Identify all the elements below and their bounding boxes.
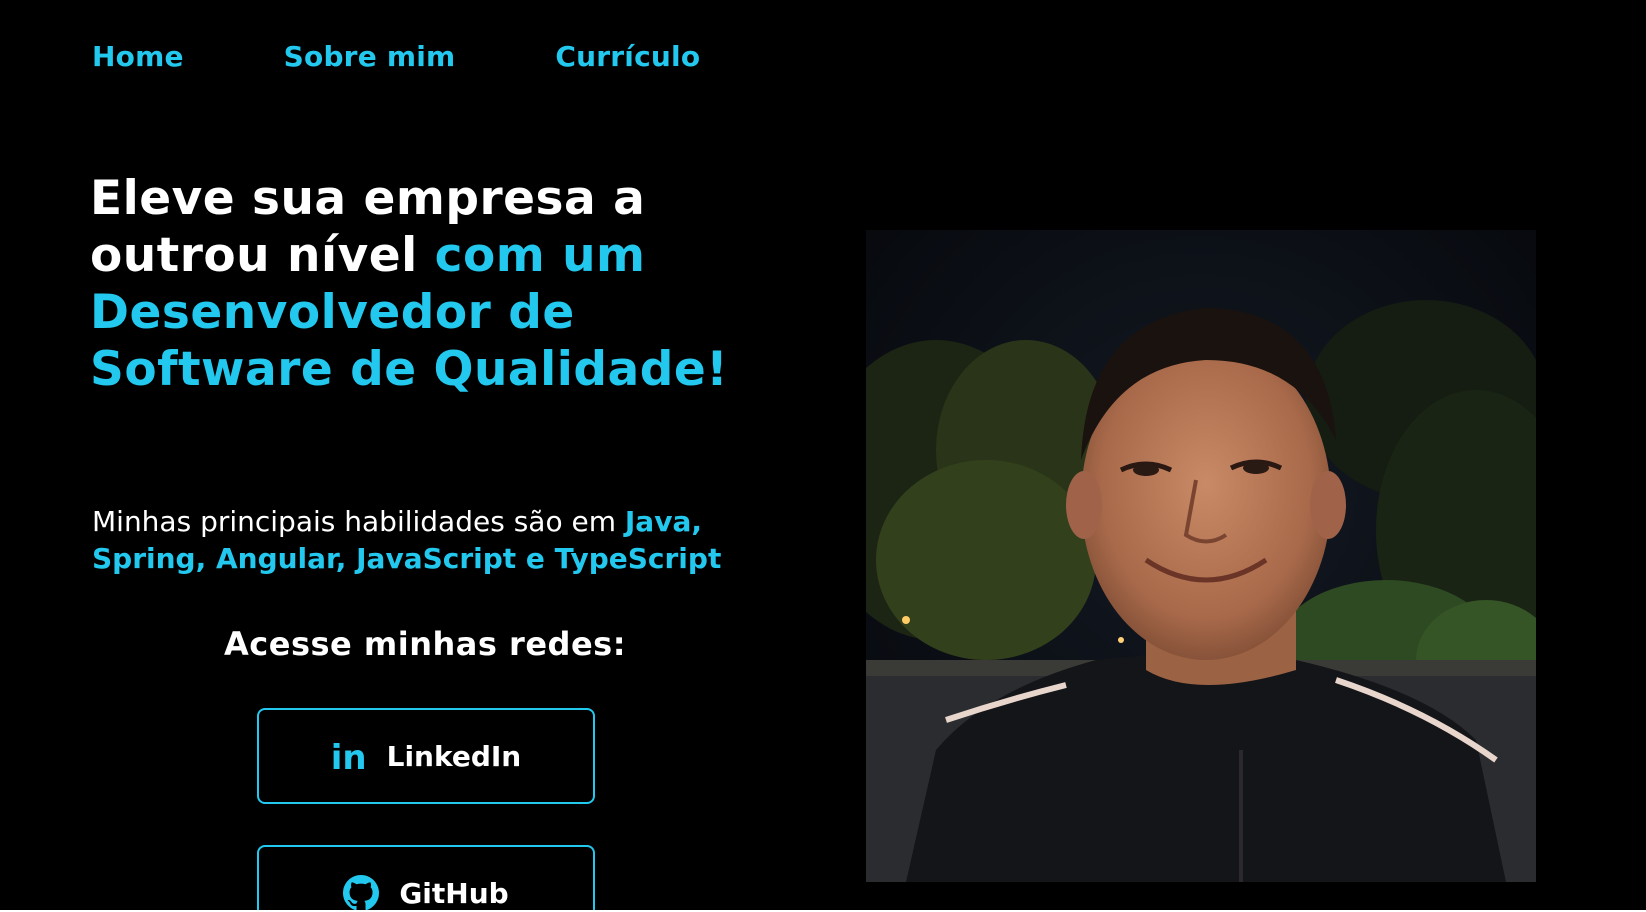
github-label: GitHub <box>399 876 509 910</box>
page: Home Sobre mim Currículo Eleve sua empre… <box>0 0 1646 912</box>
nav-link-resume[interactable]: Currículo <box>555 38 700 76</box>
github-button[interactable]: GitHub <box>257 845 595 910</box>
social-title: Acesse minhas redes: <box>224 625 626 663</box>
skills-intro: Minhas principais habilidades são em <box>92 505 616 538</box>
linkedin-button[interactable]: in LinkedIn <box>257 708 595 804</box>
nav-link-home[interactable]: Home <box>92 38 184 76</box>
skills-text: Minhas principais habilidades são em Jav… <box>92 503 772 577</box>
linkedin-icon: in <box>330 738 367 778</box>
linkedin-label: LinkedIn <box>386 739 522 773</box>
profile-photo <box>866 230 1536 882</box>
top-nav: Home Sobre mim Currículo <box>92 38 700 76</box>
nav-link-about[interactable]: Sobre mim <box>284 38 456 76</box>
portfolio-viewport: Home Sobre mim Currículo Eleve sua empre… <box>0 0 1646 910</box>
hero-headline: Eleve sua empresa a outrou nível com um … <box>90 170 770 398</box>
github-icon <box>343 875 380 910</box>
